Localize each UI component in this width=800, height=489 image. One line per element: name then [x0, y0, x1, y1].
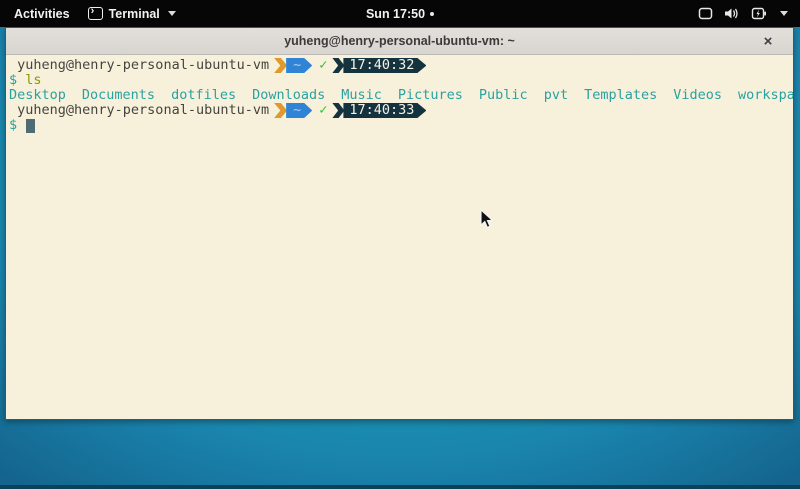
directory-name: Music [341, 88, 382, 103]
clock[interactable]: Sun 17:50 [366, 7, 425, 21]
directory-name: Pictures [398, 88, 463, 103]
prompt-user-host: yuheng@henry-personal-ubuntu-vm [9, 58, 269, 73]
battery-charging-icon [751, 7, 767, 20]
directory-name: Desktop [9, 88, 66, 103]
command-text: ls [25, 73, 41, 88]
notification-dot-icon [430, 12, 434, 16]
prompt-line-2: yuheng@henry-personal-ubuntu-vm ~ ✓ 17:4… [9, 103, 793, 118]
shell-prompt-symbol: $ [9, 118, 17, 133]
directory-name: workspace [738, 88, 793, 103]
directory-name: Public [479, 88, 528, 103]
command-line: $ ls [9, 73, 793, 88]
prompt-time-segment: 17:40:32 [343, 58, 426, 73]
app-menu-label: Terminal [109, 7, 160, 21]
directory-name: Templates [584, 88, 657, 103]
powerline-arrow-icon [274, 58, 287, 73]
chevron-down-icon [168, 11, 176, 16]
powerline-arrow-icon [332, 58, 344, 73]
prompt-line-1: yuheng@henry-personal-ubuntu-vm ~ ✓ 17:4… [9, 58, 793, 73]
powerline-prompt: ~ ✓ 17:40:32 [274, 58, 426, 73]
prompt-user-host: yuheng@henry-personal-ubuntu-vm [9, 103, 269, 118]
system-tray[interactable] [698, 7, 800, 20]
activities-button[interactable]: Activities [10, 5, 74, 23]
desktop-edge [0, 485, 800, 489]
volume-icon [724, 7, 740, 20]
terminal-content[interactable]: yuheng@henry-personal-ubuntu-vm ~ ✓ 17:4… [6, 55, 793, 419]
powerline-arrow-icon [274, 103, 287, 118]
screen-icon [698, 7, 713, 20]
terminal-app-icon [88, 7, 103, 20]
gnome-top-bar: Activities Terminal Sun 17:50 [0, 0, 800, 27]
directory-name: Downloads [252, 88, 325, 103]
screen: Activities Terminal Sun 17:50 [0, 0, 800, 489]
terminal-cursor [26, 119, 35, 133]
check-icon: ✓ [319, 103, 327, 118]
prompt-path-segment: ~ [286, 103, 312, 118]
shell-prompt-symbol: $ [9, 73, 17, 88]
current-input-line[interactable]: $ [9, 118, 793, 133]
window-titlebar[interactable]: yuheng@henry-personal-ubuntu-vm: ~ × [6, 28, 793, 55]
directory-name: Videos [673, 88, 722, 103]
directory-name: pvt [544, 88, 568, 103]
powerline-arrow-icon [332, 103, 344, 118]
prompt-path-segment: ~ [286, 58, 312, 73]
directory-name: Documents [82, 88, 155, 103]
chevron-down-icon [780, 11, 788, 16]
powerline-prompt: ~ ✓ 17:40:33 [274, 103, 426, 118]
prompt-time-segment: 17:40:33 [343, 103, 426, 118]
check-icon: ✓ [319, 58, 327, 73]
app-menu-button[interactable]: Terminal [88, 7, 176, 21]
terminal-window: yuheng@henry-personal-ubuntu-vm: ~ × yuh… [5, 27, 794, 420]
directory-name: dotfiles [171, 88, 236, 103]
window-title: yuheng@henry-personal-ubuntu-vm: ~ [284, 34, 515, 48]
ls-output-line: Desktop Documents dotfiles Downloads Music Pi… [9, 88, 793, 103]
close-button[interactable]: × [757, 28, 779, 55]
